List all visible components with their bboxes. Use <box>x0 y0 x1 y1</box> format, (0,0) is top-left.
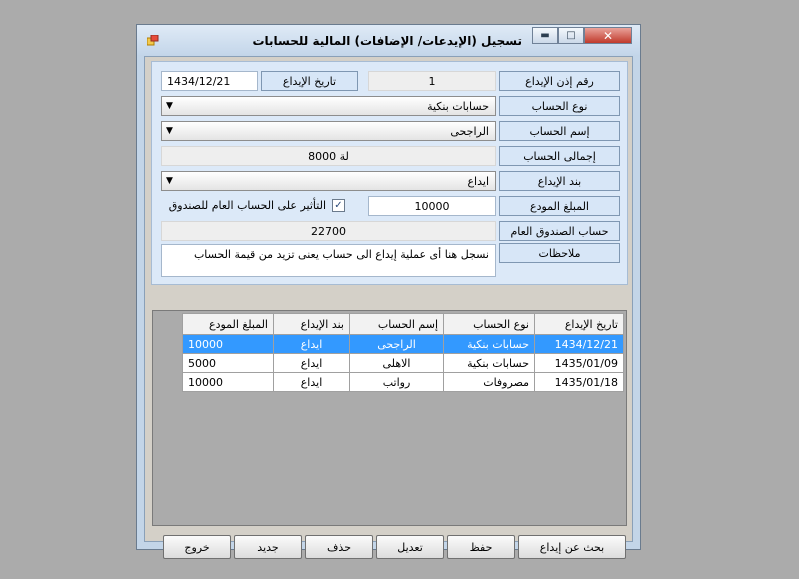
cell-deposit-item: ايداع <box>273 372 350 392</box>
table-row[interactable]: 1434/12/21 حسابات بنكية الراجحى ايداع 10… <box>182 334 624 354</box>
notes-textarea[interactable]: نسجل هنا أى عملية إيداع الى حساب يعنى تز… <box>161 244 496 277</box>
title-bar: تسجيل (الإيدعات/ الإضافات) المالية للحسا… <box>137 25 640 55</box>
column-header-account-name[interactable]: إسم الحساب <box>349 313 444 335</box>
minimize-icon: ▬ <box>540 30 550 41</box>
exit-button[interactable]: خروج <box>163 535 231 559</box>
button-bar: خروج جديد حذف تعديل حفظ بحث عن إيداع <box>151 529 628 563</box>
cell-amount: 10000 <box>182 372 274 392</box>
deposit-no-field[interactable]: 1 <box>368 71 496 91</box>
cell-amount: 5000 <box>182 353 274 373</box>
deposited-amount-field[interactable]: 10000 <box>368 196 496 216</box>
deposit-date-field[interactable]: 1434/12/21 <box>161 71 258 91</box>
cell-deposit-item: ايداع <box>273 353 350 373</box>
account-total-field[interactable]: لة 8000 <box>161 146 496 166</box>
affect-cashbox-checkbox[interactable]: ✓ <box>332 199 345 212</box>
client-area: رقم إذن الإيداع 1 تاريخ الإيداع 1434/12/… <box>144 56 633 559</box>
cell-account-name: رواتب <box>349 372 444 392</box>
delete-button[interactable]: حذف <box>305 535 373 559</box>
save-button[interactable]: حفظ <box>447 535 515 559</box>
column-header-amount[interactable]: المبلغ المودع <box>182 313 274 335</box>
account-type-select[interactable]: حسابات بنكية ▼ <box>161 96 496 116</box>
deposit-window: تسجيل (الإيدعات/ الإضافات) المالية للحسا… <box>136 24 641 559</box>
column-header-date[interactable]: تاريخ الإيداع <box>534 313 624 335</box>
cell-account-type: حسابات بنكية <box>443 334 535 354</box>
account-name-label: إسم الحساب <box>499 121 620 141</box>
cashbox-account-label: حساب الصندوق العام <box>499 221 620 241</box>
cell-amount: 10000 <box>182 334 274 354</box>
new-button[interactable]: جديد <box>234 535 302 559</box>
deposit-date-label: تاريخ الإيداع <box>261 71 358 91</box>
chevron-down-icon: ▼ <box>166 176 173 186</box>
window-title: تسجيل (الإيدعات/ الإضافات) المالية للحسا… <box>252 34 522 48</box>
account-name-select[interactable]: الراجحى ▼ <box>161 121 496 141</box>
cashbox-account-field[interactable]: 22700 <box>161 221 496 241</box>
account-total-label: إجمالى الحساب <box>499 146 620 166</box>
minimize-button[interactable]: ▬ <box>532 27 558 44</box>
cell-deposit-item: ايداع <box>273 334 350 354</box>
column-header-deposit-item[interactable]: بند الإيداع <box>273 313 350 335</box>
table-row[interactable]: 1435/01/18 مصروفات رواتب ايداع 10000 <box>182 372 624 392</box>
cell-account-type: مصروفات <box>443 372 535 392</box>
checkmark-icon: ✓ <box>334 200 343 211</box>
close-button[interactable]: ✕ <box>584 27 632 44</box>
deposit-no-label: رقم إذن الإيداع <box>499 71 620 91</box>
table-header-row: تاريخ الإيداع نوع الحساب إسم الحساب بند … <box>182 313 624 335</box>
table-row[interactable]: 1435/01/09 حسابات بنكية الاهلى ايداع 500… <box>182 353 624 373</box>
cell-date: 1434/12/21 <box>534 334 624 354</box>
deposit-item-select[interactable]: ايداع ▼ <box>161 171 496 191</box>
close-icon: ✕ <box>602 28 614 43</box>
deposit-item-value: ايداع <box>467 174 489 188</box>
deposit-form-panel: رقم إذن الإيداع 1 تاريخ الإيداع 1434/12/… <box>151 61 628 285</box>
edit-button[interactable]: تعديل <box>376 535 444 559</box>
affect-cashbox-label: التأثير على الحساب العام للصندوق <box>168 199 326 212</box>
deposited-amount-label: المبلغ المودع <box>499 196 620 216</box>
cell-date: 1435/01/18 <box>534 372 624 392</box>
maximize-button[interactable]: □ <box>558 27 584 44</box>
account-type-label: نوع الحساب <box>499 96 620 116</box>
search-deposit-button[interactable]: بحث عن إيداع <box>518 535 626 559</box>
maximize-icon: □ <box>566 30 576 41</box>
cell-account-type: حسابات بنكية <box>443 353 535 373</box>
column-header-account-type[interactable]: نوع الحساب <box>443 313 535 335</box>
chevron-down-icon: ▼ <box>166 126 173 136</box>
account-name-value: الراجحى <box>450 124 489 138</box>
deposits-table[interactable]: تاريخ الإيداع نوع الحساب إسم الحساب بند … <box>182 313 624 392</box>
cell-date: 1435/01/09 <box>534 353 624 373</box>
chevron-down-icon: ▼ <box>166 101 173 111</box>
cell-account-name: الاهلى <box>349 353 444 373</box>
account-type-value: حسابات بنكية <box>427 99 489 113</box>
deposits-grid-panel: تاريخ الإيداع نوع الحساب إسم الحساب بند … <box>152 310 627 526</box>
app-icon[interactable] <box>147 35 159 47</box>
cell-account-name: الراجحى <box>349 334 444 354</box>
deposit-item-label: بند الإيداع <box>499 171 620 191</box>
notes-label: ملاحظات <box>499 243 620 263</box>
